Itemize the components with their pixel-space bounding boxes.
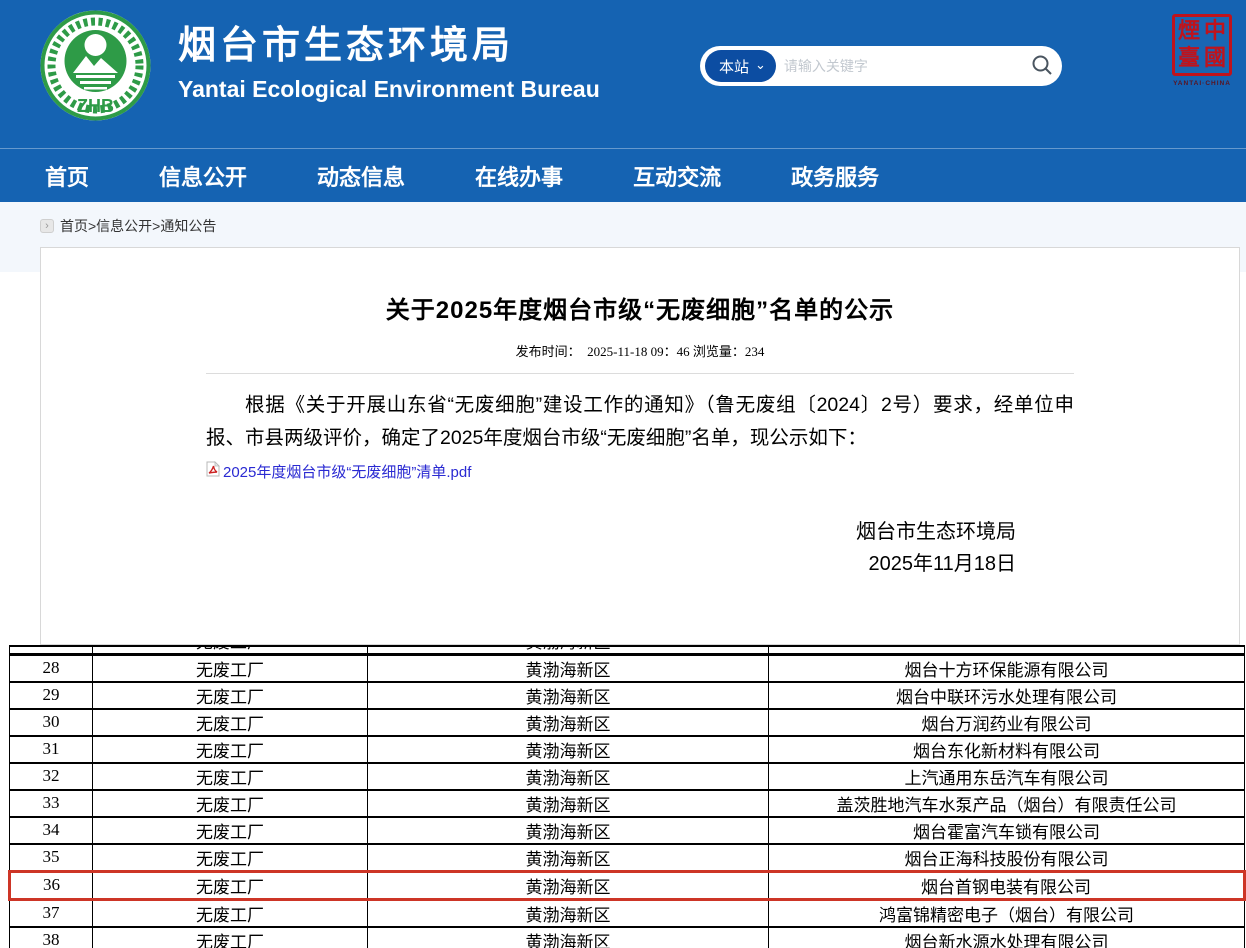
table-cell-type: 无废工厂 — [93, 654, 368, 682]
table-cell-num: 36 — [10, 871, 93, 899]
site-title-en: Yantai Ecological Environment Bureau — [178, 72, 600, 106]
table-cell-district: 黄渤海新区 — [368, 763, 769, 790]
table-cell-type: 无废工厂 — [93, 844, 368, 872]
table-cell-district: 黄渤海新区 — [368, 817, 769, 844]
seal-icon: 煙中臺國 — [1172, 14, 1232, 76]
table-cell-num: 31 — [10, 736, 93, 763]
nav-item-3[interactable]: 动态信息 — [317, 160, 405, 192]
article-paragraph: 根据《关于开展山东省“无废细胞”建设工作的通知》（鲁无废组〔2024〕2号）要求… — [206, 389, 1074, 455]
search-scope-label: 本站 — [719, 56, 749, 77]
nav-item-4[interactable]: 在线办事 — [475, 160, 563, 192]
search-input[interactable] — [776, 58, 1022, 74]
article-meta: 发布时间： 2025-11-18 09：46 浏览量：234 — [206, 341, 1074, 360]
divider — [206, 373, 1074, 374]
table-cell-num: 30 — [10, 709, 93, 736]
article-title: 关于2025年度烟台市级“无废细胞”名单的公示 — [206, 248, 1074, 325]
nav-item-6[interactable]: 政务服务 — [791, 160, 879, 192]
table-cell-district: 黄渤海新区 — [368, 682, 769, 709]
table-row: 34无废工厂黄渤海新区烟台霍富汽车锁有限公司 — [10, 817, 1245, 844]
table-cell-type: 无废工厂 — [93, 927, 368, 948]
wuwei-cell-list-table: 无废工厂黄渤海新区28无废工厂黄渤海新区烟台十方环保能源有限公司29无废工厂黄渤… — [8, 645, 1246, 948]
site-title-zh: 烟台市生态环境局 — [178, 24, 600, 68]
table-cell-type: 无废工厂 — [93, 646, 368, 654]
table-cell-company: 烟台中联环污水处理有限公司 — [769, 682, 1245, 709]
table-row: 32无废工厂黄渤海新区上汽通用东岳汽车有限公司 — [10, 763, 1245, 790]
table-cell-type: 无废工厂 — [93, 871, 368, 899]
table-cell-district: 黄渤海新区 — [368, 899, 769, 927]
seal-char: 臺 — [1176, 45, 1202, 72]
table-cell-num: 32 — [10, 763, 93, 790]
table-cell-num: 38 — [10, 927, 93, 948]
table-cell-company: 上汽通用东岳汽车有限公司 — [769, 763, 1245, 790]
table-cell-company: 烟台首钢电装有限公司 — [769, 871, 1245, 899]
table-cell-num: 33 — [10, 790, 93, 817]
table-cell-district: 黄渤海新区 — [368, 736, 769, 763]
nav-item-2[interactable]: 信息公开 — [159, 160, 247, 192]
table-cell-type: 无废工厂 — [93, 763, 368, 790]
breadcrumb-text: 首页>信息公开>通知公告 — [60, 216, 216, 236]
table-cell-district: 黄渤海新区 — [368, 646, 769, 654]
attachment-pdf-link[interactable]: 2025年度烟台市级“无废细胞”清单.pdf — [223, 461, 471, 482]
table-cell-company: 烟台十方环保能源有限公司 — [769, 654, 1245, 682]
seal-char: 中 — [1202, 18, 1228, 45]
table-cell-num: 35 — [10, 844, 93, 872]
table-row: 30无废工厂黄渤海新区烟台万润药业有限公司 — [10, 709, 1245, 736]
table-cell-district: 黄渤海新区 — [368, 709, 769, 736]
table-row: 29无废工厂黄渤海新区烟台中联环污水处理有限公司 — [10, 682, 1245, 709]
seal-char: 煙 — [1176, 18, 1202, 45]
bureau-logo-icon: ZHB — [38, 8, 153, 123]
table-row: 无废工厂黄渤海新区 — [10, 646, 1245, 654]
table-row: 33无废工厂黄渤海新区盖茨胜地汽车水泵产品（烟台）有限责任公司 — [10, 790, 1245, 817]
main-nav: 首页 信息公开 动态信息 在线办事 互动交流 政务服务 — [0, 148, 1246, 202]
table-cell-company: 烟台正海科技股份有限公司 — [769, 844, 1245, 872]
table-row: 36无废工厂黄渤海新区烟台首钢电装有限公司 — [10, 871, 1245, 899]
table-cell-company: 烟台万润药业有限公司 — [769, 709, 1245, 736]
table-cell-type: 无废工厂 — [93, 709, 368, 736]
table-cell-company: 烟台霍富汽车锁有限公司 — [769, 817, 1245, 844]
nav-item-1[interactable]: 首页 — [45, 160, 89, 192]
table-row: 38无废工厂黄渤海新区烟台新水源水处理有限公司 — [10, 927, 1245, 948]
pdf-icon — [206, 461, 220, 482]
table-row: 35无废工厂黄渤海新区烟台正海科技股份有限公司 — [10, 844, 1245, 872]
table-row: 37无废工厂黄渤海新区鸿富锦精密电子（烟台）有限公司 — [10, 899, 1245, 927]
table-cell-district: 黄渤海新区 — [368, 871, 769, 899]
table-cell-num: 29 — [10, 682, 93, 709]
svg-text:ZHB: ZHB — [77, 96, 114, 116]
table-row: 28无废工厂黄渤海新区烟台十方环保能源有限公司 — [10, 654, 1245, 682]
nav-item-5[interactable]: 互动交流 — [633, 160, 721, 192]
table-cell-company — [769, 646, 1245, 654]
table-cell-company: 烟台东化新材料有限公司 — [769, 736, 1245, 763]
table-cell-district: 黄渤海新区 — [368, 790, 769, 817]
signature-org: 烟台市生态环境局 — [206, 516, 1016, 548]
seal-caption: YANTAI·CHINA — [1170, 80, 1234, 87]
table-cell-district: 黄渤海新区 — [368, 844, 769, 872]
breadcrumb[interactable]: › 首页>信息公开>通知公告 — [0, 202, 1246, 236]
table-cell-type: 无废工厂 — [93, 790, 368, 817]
table-cell-district: 黄渤海新区 — [368, 927, 769, 948]
table-cell-company: 烟台新水源水处理有限公司 — [769, 927, 1245, 948]
table-row: 31无废工厂黄渤海新区烟台东化新材料有限公司 — [10, 736, 1245, 763]
yantai-china-seal: 煙中臺國 YANTAI·CHINA — [1170, 14, 1234, 87]
table-cell-type: 无废工厂 — [93, 736, 368, 763]
table-cell-num: 28 — [10, 654, 93, 682]
table-cell-district: 黄渤海新区 — [368, 654, 769, 682]
table-cell-company: 鸿富锦精密电子（烟台）有限公司 — [769, 899, 1245, 927]
search-button[interactable] — [1022, 46, 1062, 86]
table-cell-num: 34 — [10, 817, 93, 844]
table-cell-num — [10, 646, 93, 654]
breadcrumb-arrow-icon: › — [40, 219, 54, 233]
search-bar: 本站 ⌄ — [700, 46, 1062, 86]
signature-date: 2025年11月18日 — [206, 548, 1016, 580]
table-cell-type: 无废工厂 — [93, 682, 368, 709]
seal-char: 國 — [1202, 45, 1228, 72]
search-icon — [1030, 53, 1054, 80]
chevron-down-icon: ⌄ — [755, 58, 766, 71]
site-header: ZHB 烟台市生态环境局 Yantai Ecological Environme… — [0, 0, 1246, 148]
table-cell-type: 无废工厂 — [93, 817, 368, 844]
article-card: 关于2025年度烟台市级“无废细胞”名单的公示 发布时间： 2025-11-18… — [40, 247, 1240, 645]
table-cell-num: 37 — [10, 899, 93, 927]
table-cell-company: 盖茨胜地汽车水泵产品（烟台）有限责任公司 — [769, 790, 1245, 817]
table-cell-type: 无废工厂 — [93, 899, 368, 927]
search-scope-select[interactable]: 本站 ⌄ — [705, 50, 776, 82]
